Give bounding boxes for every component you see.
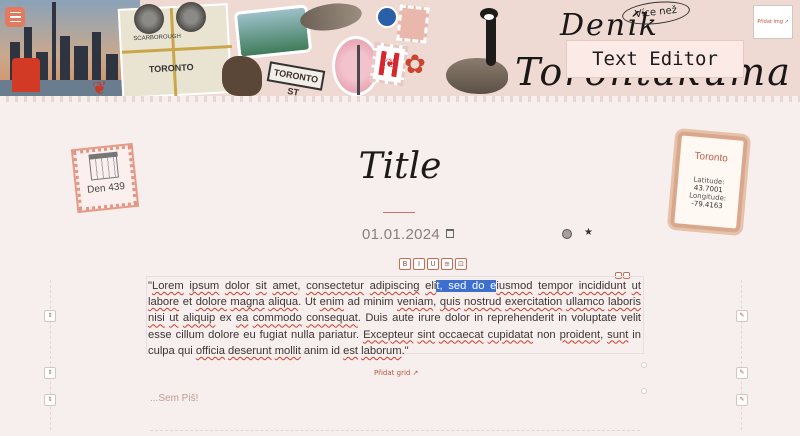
format-toolbar: B I U ≡ ⊡ [399,258,467,270]
new-block-placeholder[interactable]: ...Sem Piš! [150,393,198,404]
bottom-guide [150,430,640,431]
add-grid-link[interactable]: Přidat grid ↗ [374,369,418,377]
flag-stamp: ❦ [369,41,409,87]
edit-block-icon[interactable]: ✎ [736,394,748,406]
resize-handle[interactable] [641,388,647,394]
calendar-icon [88,155,120,181]
link-button[interactable]: ⊡ [455,258,467,270]
header-collage: ❦ TORONTO SCARBOROUGH TORONTO ST ❦ ✿ Den… [0,0,800,102]
calendar-icon[interactable] [446,229,454,238]
entry-date[interactable]: 01.01.2024 [362,226,440,243]
badge-image [376,6,398,28]
hamburger-icon [9,11,21,14]
resize-handle[interactable] [641,362,647,368]
day-stamp: Den 439 [73,145,137,211]
underline-button[interactable]: U [427,258,439,270]
text-editor-card: Text Editor [566,40,744,78]
goose-image [440,8,510,100]
text-editor-block[interactable]: "Lorem ipsum dolor sit amet, consectetur… [146,276,644,357]
title-divider [383,212,415,213]
list-button[interactable]: ≡ [441,258,453,270]
right-guide [741,280,742,430]
moose-image [222,56,262,96]
street-sign: TORONTO ST [266,61,326,98]
edit-block-icon[interactable]: ✎ [736,310,748,322]
torn-edge [0,96,800,102]
add-image-button[interactable]: Přidat img ↗ [753,5,793,39]
move-up-down-icon[interactable]: ⇕ [44,310,56,322]
muskoka-chair-image [12,58,40,92]
raccoon-image-2 [176,2,206,32]
flower-icon: ✿ [404,50,426,80]
raccoon-image [134,4,164,34]
italic-button[interactable]: I [413,258,425,270]
mood-icon[interactable] [562,229,572,239]
map-label: TORONTO [148,62,194,75]
menu-button[interactable] [5,7,25,27]
move-up-down-icon[interactable]: ⇕ [44,394,56,406]
star-icon[interactable]: ★ [584,227,593,238]
edit-block-icon[interactable]: ✎ [736,367,748,379]
move-up-down-icon[interactable]: ⇕ [44,367,56,379]
stamp-image [396,4,430,44]
day-label: Den 439 [86,180,126,196]
location-stamp[interactable]: Toronto Latitude: 43.7001 Longitude: -79… [669,131,749,233]
location-city: Toronto [694,150,729,165]
entry-title[interactable]: Title [340,146,460,187]
lake-photo [233,4,313,60]
bold-button[interactable]: B [399,258,411,270]
left-guide [50,280,51,430]
